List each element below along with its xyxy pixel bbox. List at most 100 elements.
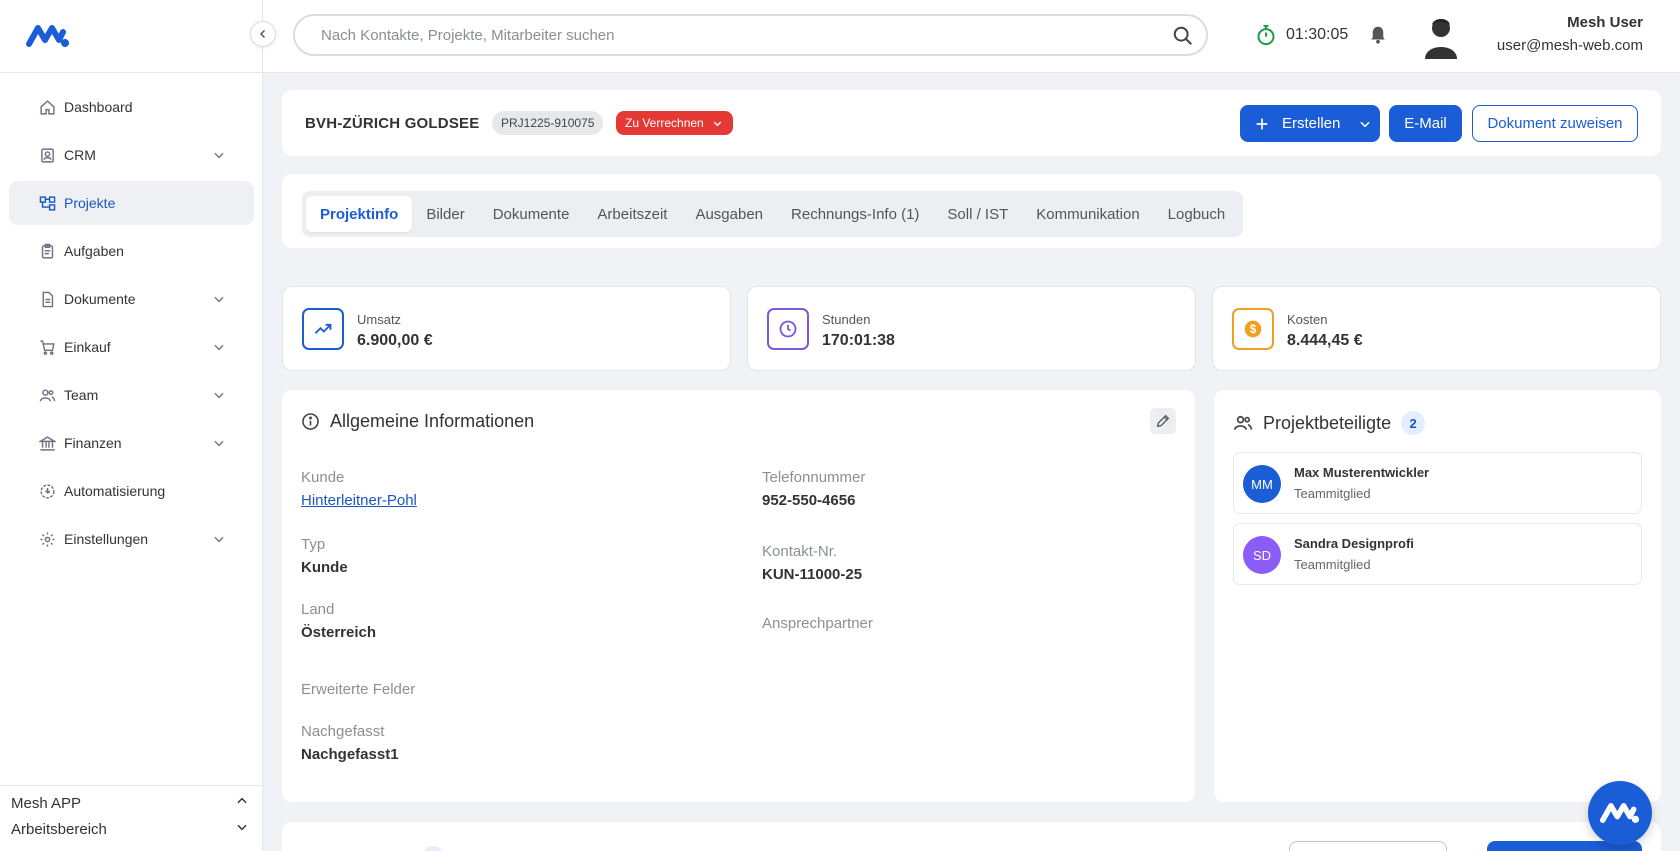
search-input[interactable]	[295, 16, 1145, 54]
tab-soll-ist[interactable]: Soll / IST	[933, 196, 1022, 232]
field-value: Österreich	[301, 624, 377, 641]
email-button[interactable]: E-Mail	[1389, 105, 1462, 142]
tab-ausgaben[interactable]: Ausgaben	[681, 196, 777, 232]
user-email: user@mesh-web.com	[1496, 37, 1643, 54]
project-code-badge: PRJ1225-910075	[492, 111, 604, 135]
secondary-button[interactable]	[1289, 841, 1447, 851]
chevron-down-icon[interactable]	[212, 532, 226, 549]
field-extended: Erweiterte Felder	[301, 681, 415, 704]
sidebar-item-einstellungen[interactable]: Einstellungen	[9, 517, 254, 561]
tab-rechnungs-info[interactable]: Rechnungs-Info (1)	[777, 196, 933, 232]
participant-item[interactable]: SD Sandra Designprofi Teammitglied	[1233, 523, 1642, 585]
sidebar-item-aufgaben[interactable]: Aufgaben	[9, 229, 254, 273]
user-avatar[interactable]	[1421, 15, 1461, 59]
automation-icon	[38, 482, 56, 500]
project-header: BVH-ZÜRICH GOLDSEE PRJ1225-910075 Zu Ver…	[282, 90, 1661, 156]
document-icon	[38, 290, 56, 308]
search-icon[interactable]	[1172, 25, 1194, 52]
participants-title-text: Projektbeteiligte	[1263, 412, 1392, 433]
customer-link[interactable]: Hinterleitner-Pohl	[301, 492, 417, 509]
assign-document-button[interactable]: Dokument zuweisen	[1472, 105, 1638, 142]
chevron-down-icon[interactable]	[212, 340, 226, 357]
sidebar-divider	[0, 72, 263, 73]
stat-value: 8.444,45 €	[1287, 332, 1363, 349]
field-type: Typ Kunde	[301, 536, 348, 576]
chevron-down-icon[interactable]	[212, 148, 226, 165]
app-switcher[interactable]: Mesh APP	[0, 790, 263, 816]
time-tracker[interactable]: 01:30:05	[1256, 24, 1348, 46]
stat-label: Kosten	[1287, 312, 1328, 327]
participant-item[interactable]: MM Max Musterentwickler Teammitglied	[1233, 452, 1642, 514]
field-customer: Kunde Hinterleitner-Pohl	[301, 469, 417, 509]
sidebar-item-label: Dashboard	[64, 99, 133, 115]
field-value: Nachgefasst1	[301, 746, 399, 763]
project-title: BVH-ZÜRICH GOLDSEE	[305, 115, 480, 132]
tab-dokumente[interactable]: Dokumente	[479, 196, 584, 232]
users-icon	[1233, 413, 1253, 433]
field-label: Land	[301, 601, 335, 618]
tab-bilder[interactable]: Bilder	[412, 196, 478, 232]
chevron-down-icon[interactable]	[212, 388, 226, 405]
info-icon	[301, 412, 320, 431]
edit-button[interactable]	[1150, 408, 1176, 434]
tab-kommunikation[interactable]: Kommunikation	[1022, 196, 1153, 232]
topbar: 01:30:05 Mesh User user@mesh-web.com	[263, 0, 1680, 73]
sidebar-item-label: Team	[64, 387, 99, 403]
sidebar-item-automatisierung[interactable]: Automatisierung	[9, 469, 254, 513]
sidebar-item-einkauf[interactable]: Einkauf	[9, 325, 254, 369]
sidebar-item-label: Automatisierung	[64, 483, 166, 499]
sidebar-collapse-button[interactable]	[250, 21, 276, 47]
next-section-card	[282, 822, 1661, 851]
field-label: Kunde	[301, 469, 345, 486]
create-label: Erstellen	[1282, 115, 1341, 132]
status-dropdown[interactable]: Zu Verrechnen	[616, 111, 733, 135]
avatar: MM	[1243, 465, 1281, 503]
general-info-title-text: Allgemeine Informationen	[330, 411, 535, 431]
general-info-title: Allgemeine Informationen	[301, 411, 534, 432]
avatar: SD	[1243, 536, 1281, 574]
chevron-up-icon[interactable]	[235, 794, 249, 812]
create-button[interactable]: Erstellen	[1240, 105, 1380, 142]
sidebar-item-label: Dokumente	[64, 291, 136, 307]
sidebar: Dashboard CRM Projekte Aufgaben Dokument…	[0, 0, 263, 851]
tab-logbuch[interactable]: Logbuch	[1154, 196, 1240, 232]
tab-arbeitszeit[interactable]: Arbeitszeit	[583, 196, 681, 232]
chevron-down-icon[interactable]	[212, 292, 226, 309]
chevron-down-icon[interactable]	[212, 436, 226, 453]
sidebar-item-projekte[interactable]: Projekte	[9, 181, 254, 225]
sidebar-item-dashboard[interactable]: Dashboard	[9, 85, 254, 129]
workspace-switcher[interactable]: Arbeitsbereich	[0, 816, 263, 842]
sidebar-item-dokumente[interactable]: Dokumente	[9, 277, 254, 321]
field-value: 952-550-4656	[762, 492, 856, 509]
participants-card: Projektbeteiligte 2 MM Max Musterentwick…	[1214, 390, 1661, 802]
gear-icon	[38, 530, 56, 548]
sidebar-item-label: Finanzen	[64, 435, 122, 451]
field-label: Ansprechpartner	[762, 615, 873, 632]
user-info[interactable]: Mesh User user@mesh-web.com	[1497, 14, 1643, 54]
sidebar-item-label: Einstellungen	[64, 531, 149, 547]
sidebar-item-crm[interactable]: CRM	[9, 133, 254, 177]
chevron-left-icon	[257, 28, 269, 40]
stat-label: Umsatz	[357, 312, 402, 327]
mesh-assistant-button[interactable]	[1588, 781, 1652, 845]
sidebar-item-label: Einkauf	[64, 339, 111, 355]
users-icon	[38, 386, 56, 404]
sidebar-item-label: Aufgaben	[64, 243, 124, 259]
field-value: Kunde	[301, 559, 348, 576]
chevron-down-icon	[1358, 117, 1372, 131]
sidebar-item-label: CRM	[64, 147, 96, 163]
sidebar-item-team[interactable]: Team	[9, 373, 254, 417]
sidebar-item-finanzen[interactable]: Finanzen	[9, 421, 254, 465]
participant-name: Max Musterentwickler	[1294, 465, 1430, 480]
bell-icon[interactable]	[1369, 25, 1387, 50]
stat-card-revenue: Umsatz 6.900,00 €	[282, 286, 731, 371]
app-label: Mesh APP	[11, 794, 82, 812]
mesh-logo-icon	[1600, 800, 1640, 826]
project-tree-icon	[38, 194, 56, 212]
tab-projektinfo[interactable]: Projektinfo	[306, 196, 413, 232]
field-phone: Telefonnummer 952-550-4656	[762, 469, 865, 509]
cart-icon	[38, 338, 56, 356]
chevron-down-icon[interactable]	[235, 820, 249, 838]
field-label: Nachgefasst	[301, 723, 385, 740]
mesh-logo[interactable]	[26, 22, 70, 50]
